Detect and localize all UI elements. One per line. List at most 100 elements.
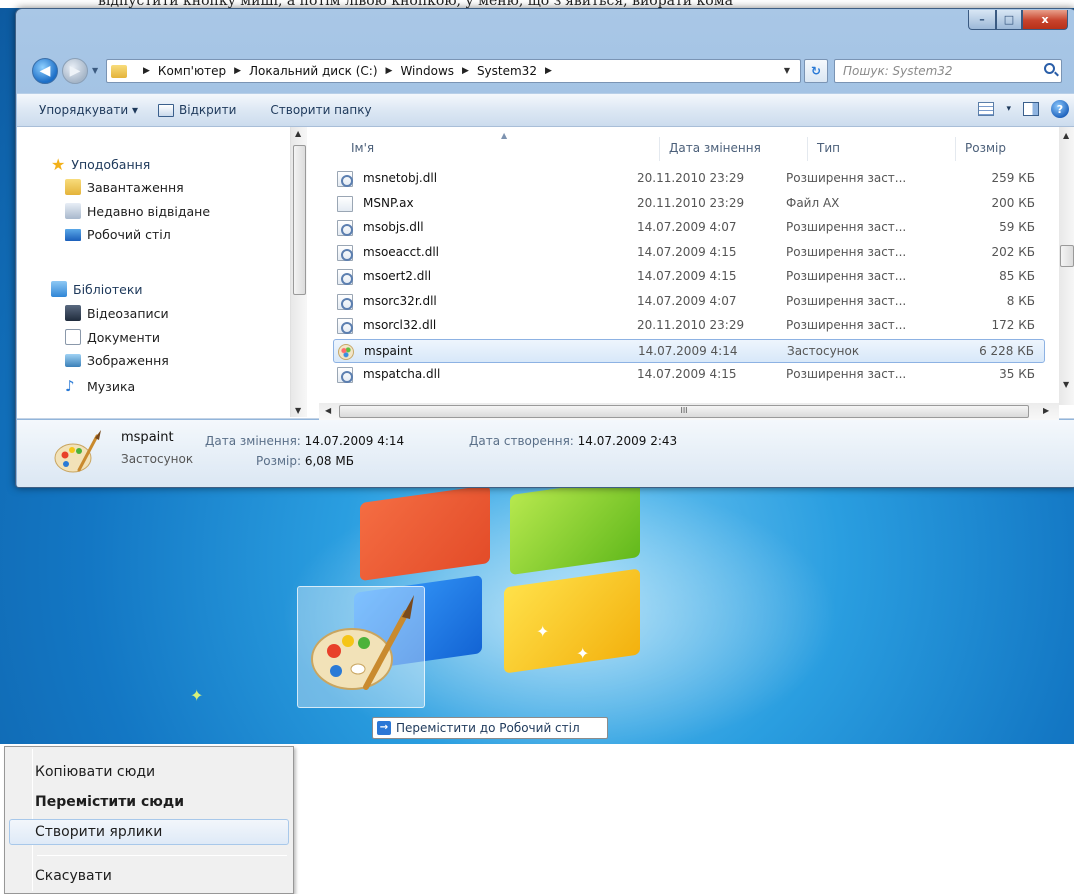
recent-pages-dropdown-icon[interactable]: ▼ [92, 66, 98, 75]
scrollbar-thumb[interactable]: III [339, 405, 1029, 418]
table-row[interactable]: mspatcha.dll 14.07.2009 4:15 Розширення за… [333, 363, 1045, 387]
table-row[interactable]: msnetobj.dll 20.11.2010 23:29 Розширення з… [333, 167, 1045, 191]
details-label: Розмір: [256, 454, 302, 468]
preview-pane-icon[interactable] [1023, 102, 1039, 116]
scroll-down-icon[interactable]: ▼ [295, 406, 301, 415]
search-icon[interactable] [1044, 63, 1055, 74]
table-row[interactable]: msoert2.dll 14.07.2009 4:15 Розширення зас… [333, 265, 1045, 289]
downloads-folder-icon [65, 179, 81, 195]
breadcrumb-computer[interactable]: Комп'ютер [158, 64, 226, 78]
recent-places-icon [65, 203, 81, 219]
views-dropdown-icon[interactable]: ▾ [1006, 104, 1011, 114]
close-button[interactable]: x [1022, 10, 1068, 30]
breadcrumb-system32[interactable]: System32 [477, 64, 537, 78]
folder-icon [111, 64, 127, 78]
file-type-cell: Розширення заст... [786, 220, 907, 234]
search-placeholder: Пошук: System32 [843, 64, 953, 78]
libraries-icon [51, 281, 67, 297]
menu-item-cancel[interactable]: Скасувати [9, 863, 289, 889]
scroll-up-icon[interactable]: ▲ [295, 129, 301, 138]
column-header-size[interactable]: Розмір [965, 141, 1006, 155]
menu-separator [37, 855, 287, 856]
file-list-scrollbar[interactable]: ▲ ▼ [1059, 127, 1074, 405]
menu-item-move-here[interactable]: Перемістити сюди [9, 789, 289, 815]
table-row[interactable]: msorcl32.dll 20.11.2010 23:29 Розширення з… [333, 314, 1045, 338]
organize-button[interactable]: Упорядкувати ▾ [29, 97, 148, 123]
column-divider[interactable] [807, 137, 808, 161]
scroll-down-icon[interactable]: ▼ [1063, 380, 1069, 389]
context-menu: Копіювати сюди Перемістити сюди Створити… [4, 746, 294, 894]
menu-item-copy-here[interactable]: Копіювати сюди [9, 759, 289, 785]
sidebar-item-recent-places[interactable]: Недавно відвідане [65, 203, 210, 219]
command-bar: Упорядкувати ▾ Відкрити Створити папку ▾… [17, 93, 1074, 127]
sparkle-icon: ✦ [536, 622, 550, 641]
sidebar-item-documents[interactable]: Документи [65, 329, 160, 345]
file-type-cell: Файл AX [786, 195, 840, 210]
file-date-cell: 14.07.2009 4:15 [637, 367, 737, 381]
forward-arrow-icon[interactable]: ▶ [62, 58, 88, 84]
sidebar-item-music[interactable]: ♪ Музика [65, 377, 135, 395]
blank-file-icon [337, 195, 353, 212]
table-row[interactable]: msobjs.dll 14.07.2009 4:07 Розширення заст… [333, 216, 1045, 240]
refresh-button[interactable]: ↻ [804, 59, 828, 83]
scroll-right-icon[interactable]: ▶ [1043, 406, 1049, 415]
navigation-pane-scrollbar[interactable]: ▲ ▼ [290, 127, 307, 417]
table-row[interactable]: MSNP.ax 20.11.2010 23:29 Файл AX 200 КБ [333, 192, 1045, 216]
file-date-cell: 14.07.2009 4:15 [637, 269, 737, 283]
file-date-cell: 14.07.2009 4:07 [637, 220, 737, 234]
menu-item-create-shortcuts[interactable]: Створити ярлики [9, 819, 289, 845]
scrollbar-thumb[interactable] [293, 145, 306, 295]
scroll-up-icon[interactable]: ▲ [1063, 131, 1069, 140]
open-button[interactable]: Відкрити [148, 97, 246, 123]
address-bar[interactable]: ▶ Комп'ютер ▶ Локальний диск (C:) ▶ Wind… [106, 59, 801, 83]
sparkle-icon: ✦ [576, 644, 590, 663]
column-divider[interactable] [955, 137, 956, 161]
file-name-cell: mspaint [364, 343, 413, 358]
details-value: 14.07.2009 2:43 [577, 434, 678, 448]
file-type-cell: Застосунок [787, 343, 860, 358]
column-divider[interactable] [659, 137, 660, 161]
file-size-cell: 59 КБ [999, 220, 1035, 234]
file-size-cell: 35 КБ [999, 367, 1035, 381]
column-header-name[interactable]: Ім'я [351, 141, 374, 155]
views-icon[interactable] [978, 102, 995, 116]
breadcrumb-windows[interactable]: Windows [400, 64, 454, 78]
search-input[interactable]: Пошук: System32 [834, 59, 1062, 83]
sidebar-item-label: Зображення [87, 353, 169, 368]
breadcrumb-local-disk[interactable]: Локальний диск (C:) [249, 64, 378, 78]
table-row[interactable]: msoeacct.dll 14.07.2009 4:15 Розширення за… [333, 241, 1045, 265]
scrollbar-thumb[interactable] [1060, 245, 1074, 267]
scroll-left-icon[interactable]: ◀ [325, 406, 331, 415]
sidebar-group-libraries[interactable]: Бібліотеки [51, 281, 143, 297]
sidebar-group-favorites[interactable]: ★ Уподобання [51, 155, 150, 174]
dragged-paint-icon[interactable] [297, 586, 425, 708]
file-date-cell: 20.11.2010 23:29 [637, 171, 745, 185]
sidebar-item-videos[interactable]: Відеозаписи [65, 305, 169, 321]
back-arrow-icon[interactable]: ◀ [32, 58, 58, 84]
desktop-icon [65, 228, 81, 241]
file-size-cell: 6 228 КБ [979, 343, 1034, 358]
new-folder-button[interactable]: Створити папку [260, 97, 381, 123]
dll-icon [337, 269, 353, 285]
file-size-cell: 202 КБ [991, 244, 1035, 259]
sidebar-item-pictures[interactable]: Зображення [65, 353, 169, 368]
file-type-cell: Розширення заст... [786, 269, 907, 283]
move-arrow-icon: → [377, 721, 391, 735]
column-header-type[interactable]: Тип [817, 141, 840, 155]
help-icon[interactable]: ? [1051, 100, 1069, 118]
horizontal-scrollbar[interactable]: ◀ III ▶ [319, 403, 1059, 420]
sidebar-item-desktop[interactable]: Робочий стіл [65, 227, 171, 242]
maximize-button[interactable]: □ [996, 10, 1022, 30]
address-dropdown-icon[interactable]: ▼ [784, 66, 790, 75]
table-row-selected[interactable]: mspaint 14.07.2009 4:14 Застосунок 6 228 КБ [333, 338, 1045, 363]
minimize-button[interactable]: – [968, 10, 996, 30]
column-header-date[interactable]: Дата змінення [669, 141, 761, 155]
file-name-cell: msnetobj.dll [363, 171, 438, 185]
table-row[interactable]: msorc32r.dll 14.07.2009 4:07 Розширення за… [333, 290, 1045, 314]
file-size-cell: 85 КБ [999, 269, 1035, 283]
file-type-cell: Розширення заст... [786, 293, 907, 308]
file-name-cell: msoert2.dll [363, 269, 432, 283]
explorer-window: – □ x ◀ ▶ ▼ ▶ Комп'ютер ▶ Локальний диск… [15, 8, 1074, 488]
documents-icon [65, 329, 81, 345]
sidebar-item-downloads[interactable]: Завантаження [65, 179, 184, 195]
